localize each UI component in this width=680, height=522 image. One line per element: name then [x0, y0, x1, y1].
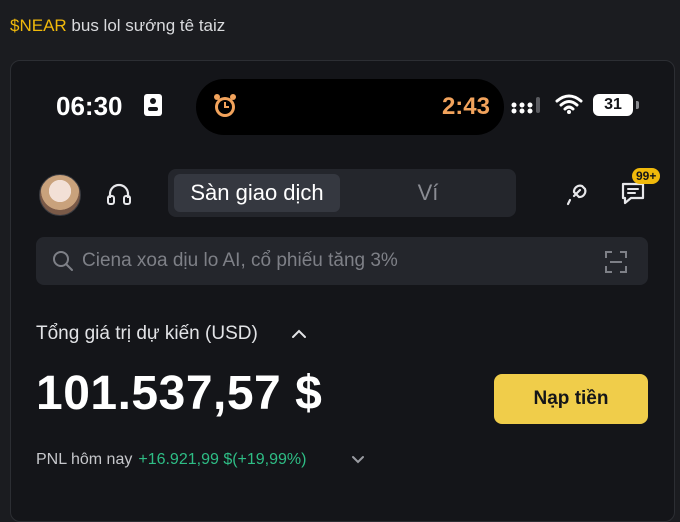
- scan-icon[interactable]: [604, 250, 628, 274]
- id-card-icon: [144, 94, 162, 116]
- dynamic-island[interactable]: 2:43: [196, 79, 504, 135]
- signal-icon: [511, 97, 540, 114]
- tab-wallet[interactable]: Ví: [348, 174, 508, 212]
- chevron-up-icon[interactable]: [291, 327, 307, 341]
- pnl-label: PNL hôm nay: [36, 451, 133, 468]
- total-balance: 101.537,57 $: [36, 367, 323, 420]
- status-time: 06:30: [56, 91, 123, 121]
- island-timer: 2:43: [441, 93, 490, 120]
- search-bar[interactable]: Ciena xoa dịu lo AI, cổ phiếu tăng 3%: [36, 237, 648, 285]
- post-text: $NEAR bus lol sướng tê taiz: [10, 16, 225, 36]
- chevron-down-icon[interactable]: [351, 454, 365, 466]
- ticker-link[interactable]: $NEAR: [10, 16, 67, 35]
- search-icon: [53, 251, 73, 271]
- alarm-icon: [214, 94, 236, 117]
- avatar[interactable]: [39, 174, 81, 216]
- pnl-value: +16.921,99 $(+19,99%): [138, 451, 307, 468]
- battery-nub: [636, 101, 639, 109]
- tab-exchange[interactable]: Sàn giao dịch: [174, 174, 340, 212]
- battery-indicator: 31: [593, 94, 633, 116]
- estimated-value-label: Tổng giá trị dự kiến (USD): [36, 323, 258, 344]
- headset-icon[interactable]: [105, 181, 133, 209]
- wifi-icon: [555, 94, 583, 114]
- post-body: bus lol sướng tê taiz: [66, 16, 226, 35]
- deposit-button[interactable]: Nạp tiền: [494, 374, 648, 424]
- embedded-app-screenshot: 06:30 2:43 31 Sàn giao dịch Ví 99+ Ciena…: [10, 60, 675, 522]
- link-icon[interactable]: [562, 178, 592, 208]
- search-input[interactable]: Ciena xoa dịu lo AI, cổ phiếu tăng 3%: [82, 250, 398, 272]
- notification-badge: 99+: [632, 168, 661, 184]
- segmented-control: Sàn giao dịch Ví: [168, 169, 516, 217]
- pnl-row: PNL hôm nay +16.921,99 $(+19,99%): [36, 451, 306, 469]
